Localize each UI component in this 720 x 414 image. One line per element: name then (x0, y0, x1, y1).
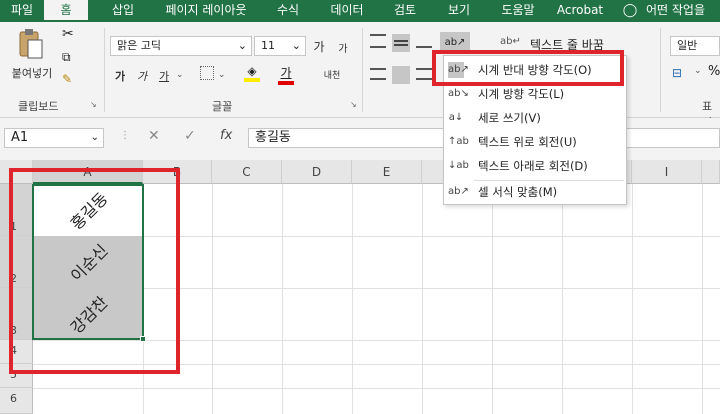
highlight-box-cells (9, 168, 180, 374)
cancel-icon[interactable]: ✕ (148, 128, 160, 144)
tab-help[interactable]: 도움말 (490, 0, 546, 22)
font-size-box[interactable]: 11 ⌄ (254, 36, 306, 56)
insert-function-icon[interactable]: fx (220, 128, 232, 143)
phonetic-guide-button[interactable]: 내천 (320, 68, 344, 81)
tab-acrobat[interactable]: Acrobat (552, 0, 608, 22)
row-header-6[interactable]: 6 (0, 388, 33, 414)
bottom-align-icon[interactable] (416, 34, 432, 48)
column-header-d[interactable]: D (282, 160, 352, 184)
column-header-i[interactable]: I (632, 160, 702, 184)
accounting-format-icon[interactable]: ⊟ (672, 66, 682, 80)
tab-home[interactable]: 홈 (44, 0, 88, 22)
menu-item-format-alignment[interactable]: ab↗ 셀 서식 맞춤(M) (444, 181, 626, 203)
menu-item-angle-clockwise[interactable]: ab↘ 시계 방향 각도(L) (444, 83, 626, 105)
chevron-down-icon[interactable]: ⌄ (176, 70, 184, 80)
wrap-text-icon[interactable]: ab↵ (500, 36, 521, 47)
align-center-icon[interactable] (392, 66, 410, 84)
paste-icon[interactable] (18, 28, 44, 62)
menu-bar: 파일 홈 삽입 페이지 레이아웃 수식 데이터 검토 보기 도움말 Acroba… (0, 0, 720, 22)
tab-file[interactable]: 파일 (0, 0, 44, 22)
italic-button[interactable]: 가 (136, 68, 148, 84)
tab-data[interactable]: 데이터 (322, 0, 372, 22)
tab-formulas[interactable]: 수식 (264, 0, 312, 22)
tab-insert[interactable]: 삽입 (98, 0, 148, 22)
menu-item-rotate-up[interactable]: ↑ab 텍스트 위로 회전(U) (444, 131, 626, 153)
font-group-label: 글꼴 (212, 100, 233, 113)
tell-me-search[interactable]: 어떤 작업을 (646, 0, 720, 22)
rotate-text-down-icon: ↓ab (448, 160, 469, 171)
tab-review[interactable]: 검토 (382, 0, 428, 22)
format-cell-alignment-icon: ab↗ (448, 186, 469, 197)
font-launcher-icon[interactable]: ↘ (350, 100, 357, 109)
column-header-e[interactable]: E (352, 160, 422, 184)
name-box[interactable]: A1 ⌄ (4, 128, 104, 148)
shrink-font-button[interactable]: 가 (336, 40, 350, 55)
paste-button-label[interactable]: 붙여넣기 (6, 65, 58, 81)
font-name-box[interactable]: 맑은 고딕 ⌄ (110, 36, 252, 56)
font-color-icon[interactable]: 가 (278, 64, 294, 85)
menu-item-rotate-down[interactable]: ↓ab 텍스트 아래로 회전(D) (444, 155, 626, 177)
bold-button[interactable]: 가 (114, 68, 126, 84)
format-painter-icon[interactable]: ✎ (62, 72, 72, 86)
chevron-down-icon[interactable]: ⌄ (218, 70, 226, 80)
chevron-down-icon: ⌄ (90, 132, 99, 143)
lightbulb-icon[interactable]: ◯ (622, 3, 638, 19)
column-header-c[interactable]: C (212, 160, 282, 184)
align-right-icon[interactable] (416, 68, 432, 80)
number-format-box[interactable]: 일반 (670, 36, 720, 56)
fill-color-icon[interactable]: ◈ (244, 64, 260, 84)
chevron-down-icon: ⌄ (291, 39, 301, 52)
underline-button[interactable]: 가 (158, 68, 170, 84)
tab-page-layout[interactable]: 페이지 레이아웃 (156, 0, 256, 22)
percent-style-icon[interactable]: % (708, 64, 720, 79)
column-header-j[interactable] (702, 160, 720, 184)
vertical-text-icon: a↓ (448, 112, 464, 123)
grow-font-button[interactable]: 가 (312, 38, 326, 55)
clipboard-group-label: 클립보드 (18, 100, 59, 113)
more-options-icon[interactable]: ⋮ (120, 130, 130, 141)
align-left-icon[interactable] (370, 68, 386, 80)
chevron-down-icon: ⌄ (237, 39, 247, 52)
rotate-text-up-icon: ↑ab (448, 136, 469, 147)
tab-view[interactable]: 보기 (436, 0, 482, 22)
chevron-down-icon[interactable]: ⌄ (694, 66, 702, 76)
menu-item-vertical-text[interactable]: a↓ 세로 쓰기(V) (444, 107, 626, 129)
clockwise-angle-icon: ab↘ (448, 88, 469, 99)
cut-icon[interactable]: ✂ (62, 26, 74, 42)
highlight-box-menu-item (432, 50, 624, 86)
clipboard-launcher-icon[interactable]: ↘ (90, 100, 97, 109)
copy-icon[interactable]: ⧉ (62, 50, 71, 65)
middle-align-icon[interactable] (392, 34, 410, 52)
enter-icon[interactable]: ✓ (184, 128, 196, 144)
borders-icon[interactable] (200, 66, 214, 80)
top-align-icon[interactable] (370, 34, 386, 48)
